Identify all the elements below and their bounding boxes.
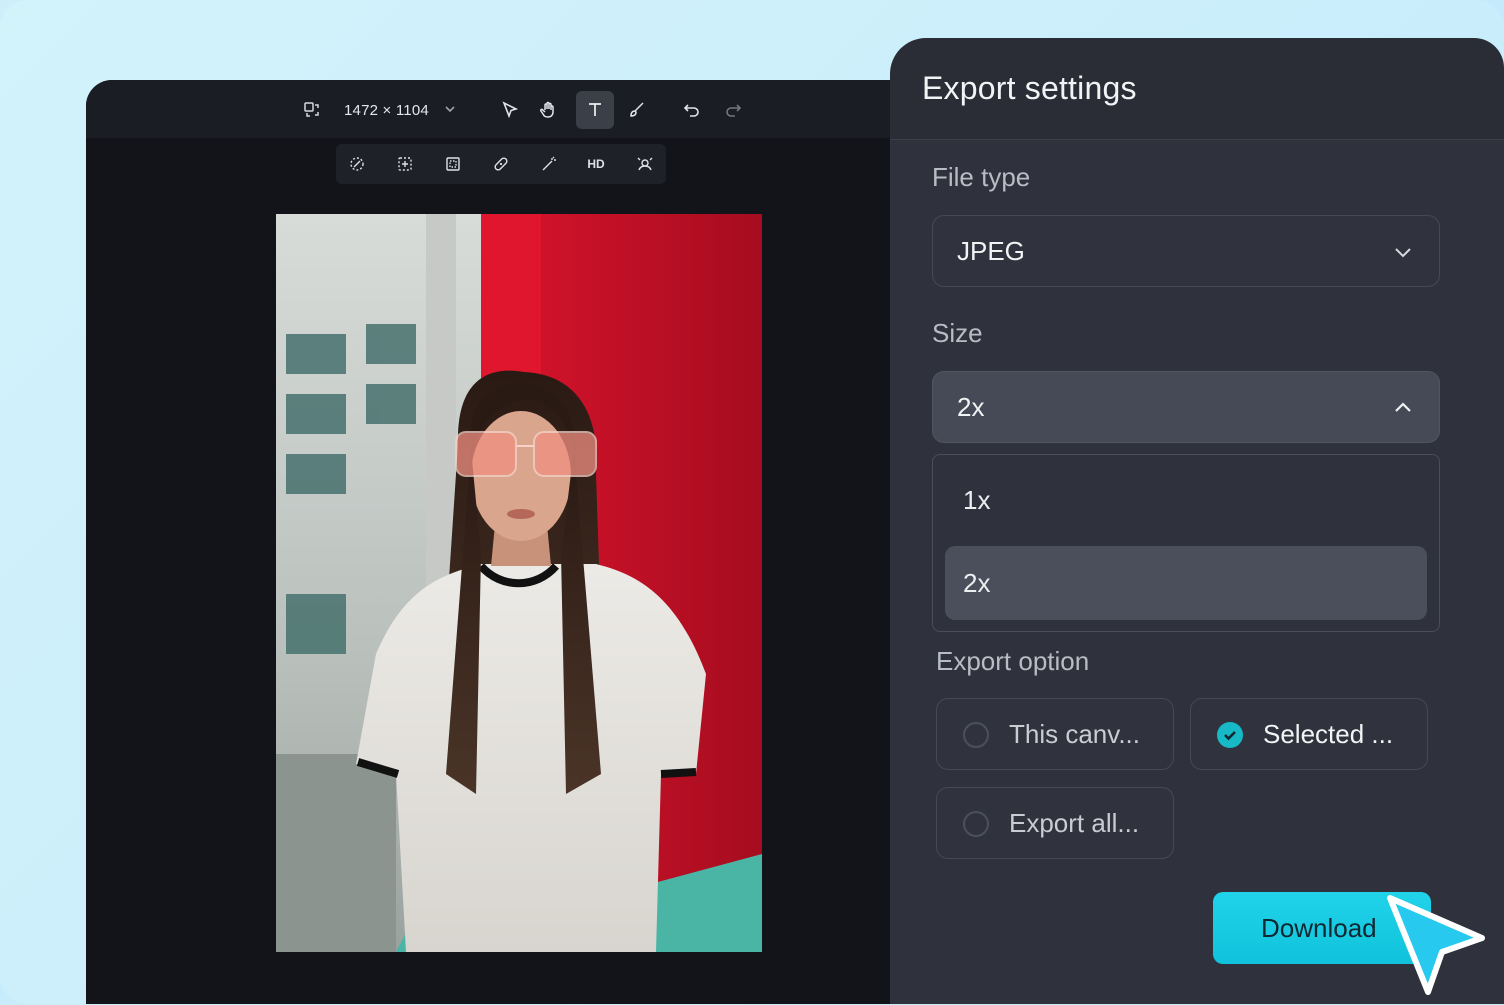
canvas-size-label[interactable]: 1472 × 1104 — [344, 98, 429, 122]
text-tool-button[interactable] — [576, 91, 614, 129]
divider — [890, 139, 1504, 140]
magic-wand-icon[interactable] — [536, 152, 562, 176]
editor-topbar: 1472 × 1104 — [86, 80, 946, 138]
canvas-photo[interactable] — [276, 214, 762, 952]
size-select[interactable]: 2x — [932, 371, 1440, 443]
portrait-photo-image — [276, 214, 762, 952]
select-tool-button[interactable] — [491, 91, 529, 129]
radio-icon — [963, 811, 989, 837]
hand-tool-button[interactable] — [530, 91, 568, 129]
option-label: 2x — [963, 568, 991, 598]
file-type-label: File type — [932, 162, 1031, 192]
file-type-value: JPEG — [957, 236, 1025, 266]
export-option-this-canvas[interactable]: This canv... — [936, 698, 1174, 770]
crop-icon[interactable] — [440, 152, 466, 176]
export-option-selected[interactable]: Selected ... — [1190, 698, 1428, 770]
export-settings-panel: Export settings File type JPEG Size 2x 1… — [890, 38, 1504, 1004]
size-option-1x[interactable]: 1x — [945, 463, 1427, 537]
size-option-2x[interactable]: 2x — [945, 546, 1427, 620]
main-toolbar: 1472 × 1104 — [86, 80, 946, 138]
check-circle-icon — [1217, 722, 1243, 748]
mouse-cursor-icon — [1382, 890, 1492, 1000]
resize-icon[interactable] — [302, 100, 322, 120]
export-option-export-all[interactable]: Export all... — [936, 787, 1174, 859]
option-label: 1x — [963, 485, 991, 515]
chevron-down-icon[interactable] — [441, 100, 459, 118]
export-option-label: Export option — [936, 646, 1090, 676]
download-label: Download — [1261, 913, 1377, 943]
size-label: Size — [932, 318, 983, 348]
face-retouch-icon[interactable] — [632, 152, 658, 176]
file-type-select[interactable]: JPEG — [932, 215, 1440, 287]
remove-background-icon[interactable] — [344, 152, 370, 176]
size-dropdown-menu: 1x 2x — [932, 454, 1440, 632]
redo-button[interactable] — [714, 91, 752, 129]
image-tools-bar: HD — [336, 144, 666, 184]
option-label: Selected ... — [1263, 719, 1394, 749]
panel-title: Export settings — [922, 70, 1137, 106]
option-label: Export all... — [1009, 808, 1140, 838]
editor-window: 1472 × 1104 HD — [86, 80, 946, 1004]
chevron-down-icon — [1391, 240, 1415, 264]
chevron-up-icon — [1391, 396, 1415, 420]
brush-tool-button[interactable] — [618, 91, 656, 129]
add-frame-icon[interactable] — [392, 152, 418, 176]
retouch-bandage-icon[interactable] — [488, 152, 514, 176]
radio-icon — [963, 722, 989, 748]
hd-upscale-button[interactable]: HD — [580, 152, 612, 176]
undo-button[interactable] — [673, 91, 711, 129]
size-value: 2x — [957, 392, 985, 422]
option-label: This canv... — [1009, 719, 1141, 749]
